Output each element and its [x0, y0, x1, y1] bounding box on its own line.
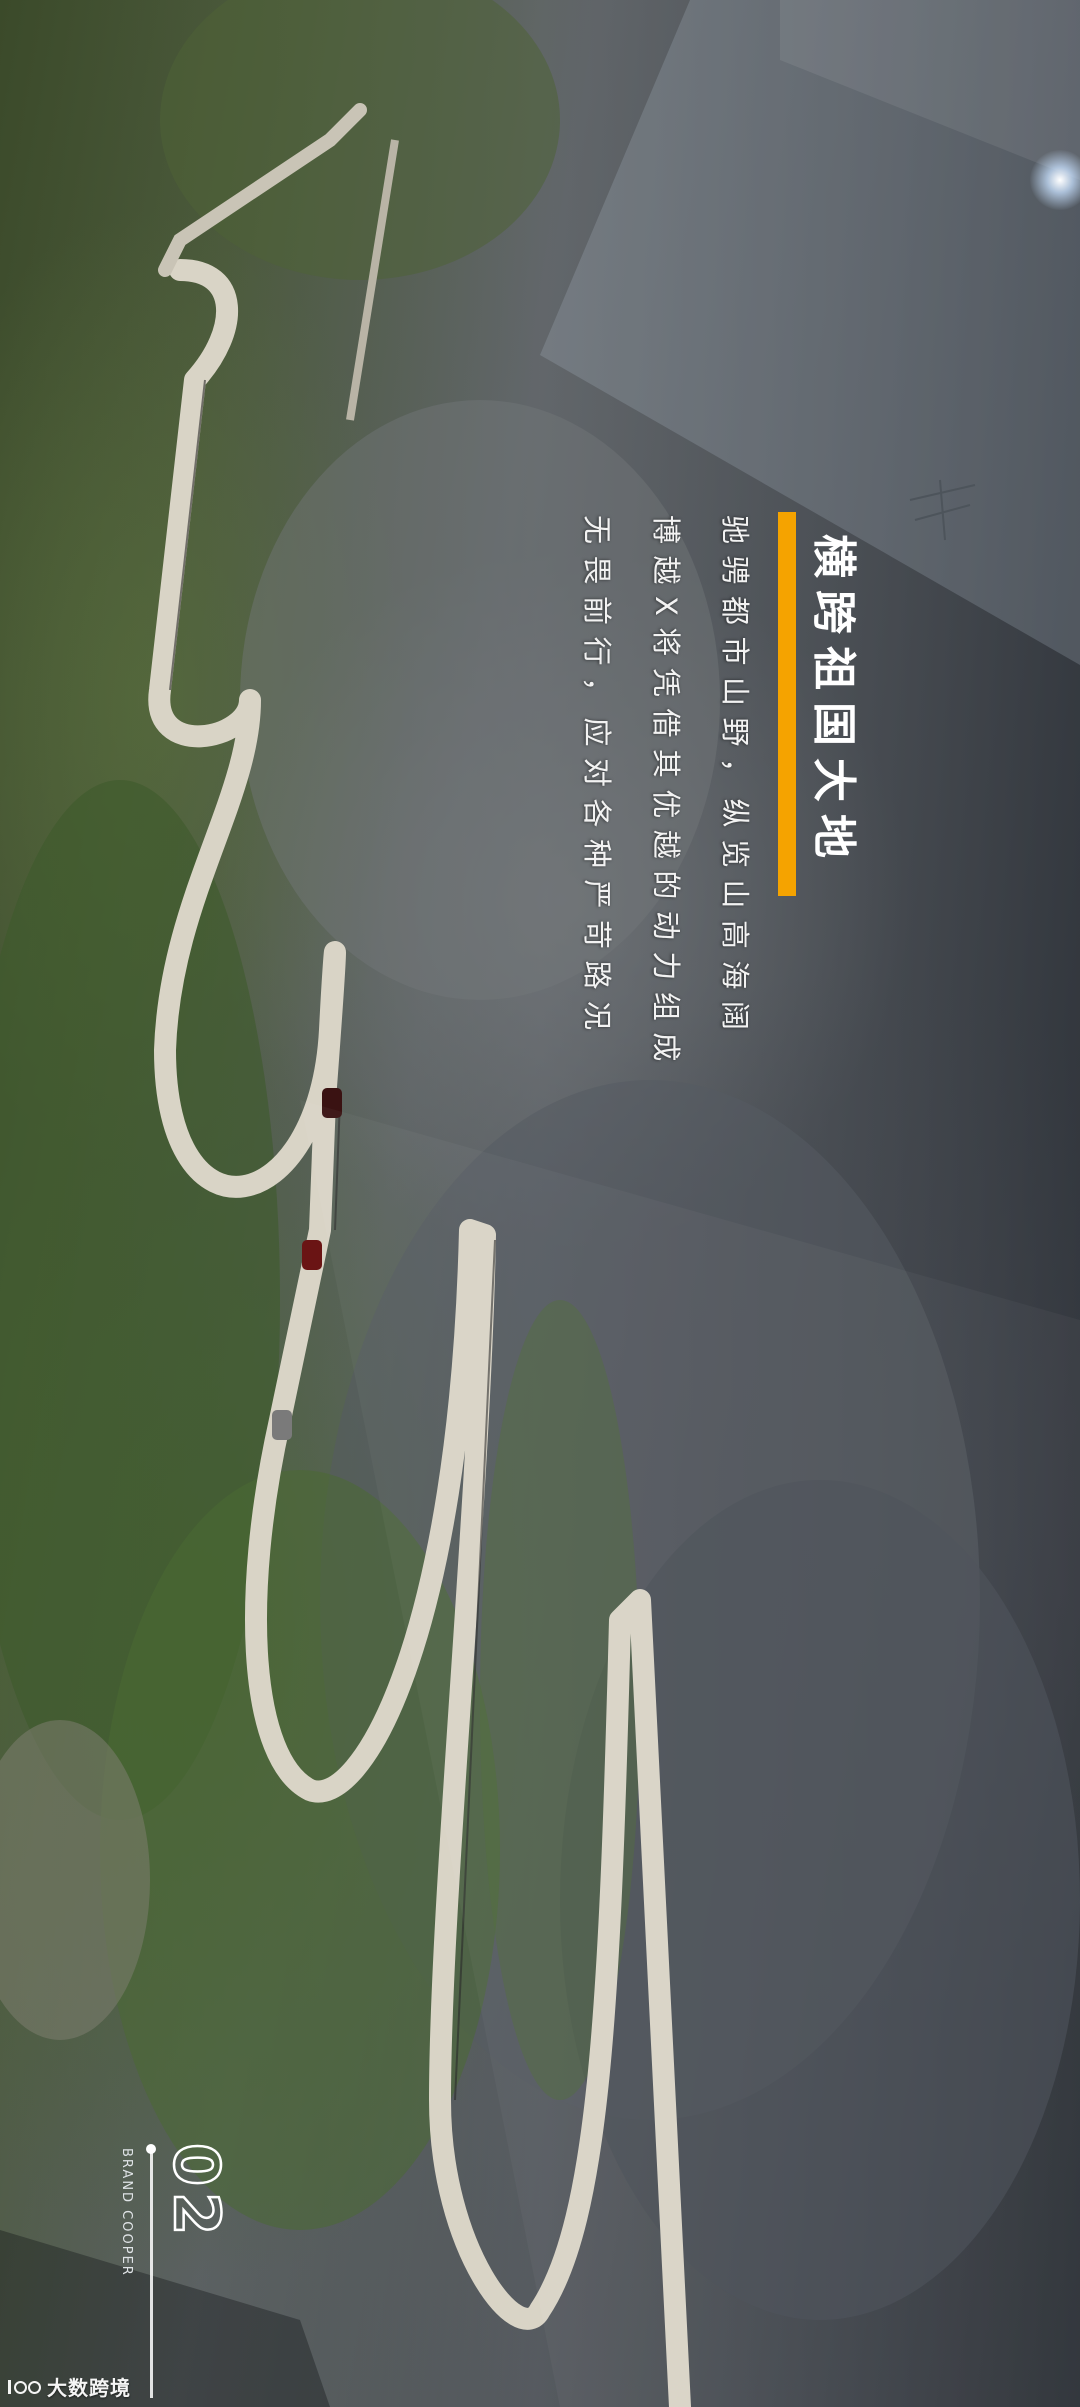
car-icon	[272, 1410, 292, 1440]
body-text-line: 博越X将凭借其优越的动力组成	[649, 515, 683, 1073]
body-text-line: 驰骋都市山野，纵览山高海阔	[718, 515, 752, 1042]
watermark-text: 大数跨境	[47, 2376, 131, 2400]
footer-divider	[150, 2148, 153, 2398]
slide-canvas: 横跨祖国大地 驰骋都市山野，纵览山高海阔 博越X将凭借其优越的动力组成 无畏前行…	[0, 0, 1080, 2407]
page-title: 横跨祖国大地	[778, 512, 870, 896]
page-number: 02	[159, 2142, 235, 2243]
brand-logo-icon	[8, 2379, 41, 2394]
headline-block: 横跨祖国大地	[778, 512, 870, 896]
car-icon	[322, 1088, 342, 1118]
car-icon	[302, 1240, 322, 1270]
watermark: 大数跨境	[8, 2372, 131, 2401]
body-text-line: 无畏前行，应对各种严苛路况	[580, 515, 614, 1042]
mountain-road-photo	[0, 0, 1080, 2407]
brand-caption: BRAND COOPER	[119, 2148, 134, 2277]
